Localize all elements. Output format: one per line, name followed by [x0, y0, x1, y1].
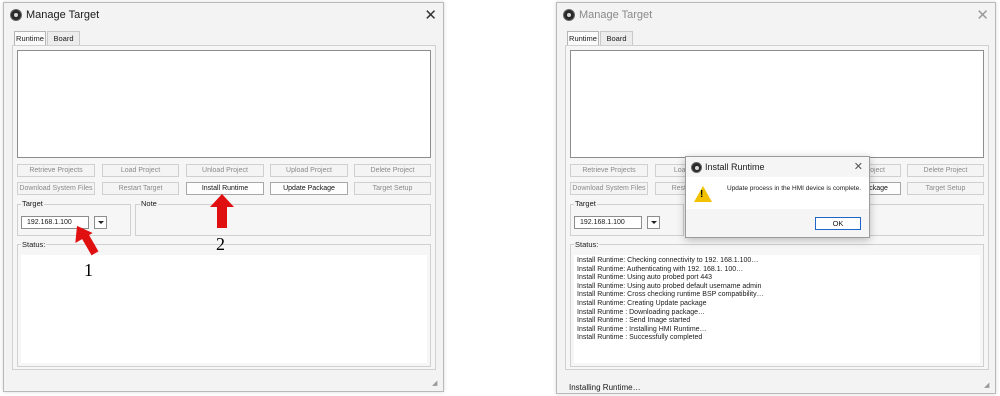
dialog-ok-button[interactable]: OK: [815, 217, 861, 230]
target-group-label: Target: [574, 199, 597, 208]
dialog-close-icon[interactable]: ✕: [854, 160, 863, 173]
app-icon: [10, 9, 22, 21]
log-line: Install Runtime : Downloading package…: [577, 308, 706, 316]
status-label: Status:: [574, 240, 600, 249]
annotation-arrow-2: [210, 194, 234, 230]
download-system-files-button[interactable]: Download System Files: [570, 182, 648, 195]
note-group-label: Note: [140, 199, 158, 208]
retrieve-projects-button[interactable]: Retrieve Projects: [17, 164, 95, 177]
annotation-number-1: 1: [84, 260, 93, 280]
warning-icon: !: [694, 186, 712, 202]
delete-project-button[interactable]: Delete Project: [354, 164, 431, 177]
note-group: [135, 204, 431, 236]
tab-runtime[interactable]: Runtime: [567, 31, 599, 46]
log-line: Install Runtime: Using auto probed port …: [577, 274, 713, 282]
tab-board[interactable]: Board: [600, 31, 633, 45]
retrieve-projects-button[interactable]: Retrieve Projects: [570, 164, 648, 177]
install-runtime-dialog: Install Runtime ✕ ! Update process in th…: [685, 156, 870, 238]
target-setup-button[interactable]: Target Setup: [354, 182, 431, 195]
log-line: Install Runtime : Successfully completed: [577, 334, 703, 342]
log-line: Install Runtime: Creating Update package: [577, 299, 707, 307]
status-label: Status:: [21, 240, 47, 249]
tab-board[interactable]: Board: [47, 31, 80, 45]
target-dropdown-button[interactable]: [647, 216, 660, 229]
target-setup-button[interactable]: Target Setup: [907, 182, 984, 195]
title-bar: Manage Target ✕: [557, 3, 995, 29]
load-project-button[interactable]: Load Project: [102, 164, 179, 177]
close-icon[interactable]: ✕: [424, 6, 437, 24]
title-bar: Manage Target ✕: [4, 3, 443, 29]
close-icon[interactable]: ✕: [976, 6, 989, 24]
tab-runtime[interactable]: Runtime: [14, 31, 46, 46]
status-log-box: [21, 255, 427, 363]
annotation-number-2: 2: [216, 234, 225, 254]
log-line: Install Runtime : Send Image started: [577, 317, 691, 325]
log-line: Install Runtime : Installing HMI Runtime…: [577, 325, 707, 333]
resize-grip[interactable]: ◢: [432, 380, 440, 388]
download-system-files-button[interactable]: Download System Files: [17, 182, 95, 195]
window-title: Manage Target: [579, 9, 653, 21]
unload-project-button[interactable]: Unload Project: [186, 164, 264, 177]
dialog-title: Install Runtime: [705, 162, 765, 172]
update-package-button[interactable]: Update Package: [270, 182, 348, 195]
app-icon: [563, 9, 575, 21]
statusbar-text: Installing Runtime…: [569, 383, 641, 392]
upload-project-button[interactable]: Upload Project: [270, 164, 348, 177]
dialog-body: ! Update process in the HMI device is co…: [686, 177, 869, 209]
window-title: Manage Target: [26, 9, 100, 21]
projects-listbox[interactable]: [17, 50, 431, 158]
projects-listbox[interactable]: [570, 50, 984, 158]
delete-project-button[interactable]: Delete Project: [907, 164, 984, 177]
log-line: Install Runtime: Authenticating with 192…: [577, 265, 744, 273]
log-line: Install Runtime: Using auto probed defau…: [577, 282, 762, 290]
app-icon: [691, 162, 702, 173]
restart-target-button[interactable]: Restart Target: [102, 182, 179, 195]
annotation-arrow-1: [68, 220, 99, 258]
status-log-box: Install Runtime: Checking connectivity t…: [574, 255, 980, 363]
target-ip-field[interactable]: 192.168.1.100: [574, 216, 642, 229]
target-group-label: Target: [21, 199, 44, 208]
log-line: Install Runtime: Cross checking runtime …: [577, 291, 764, 299]
dialog-message: Update process in the HMI device is comp…: [727, 185, 862, 192]
log-line: Install Runtime: Checking connectivity t…: [577, 257, 759, 264]
resize-grip[interactable]: ◢: [984, 382, 992, 390]
